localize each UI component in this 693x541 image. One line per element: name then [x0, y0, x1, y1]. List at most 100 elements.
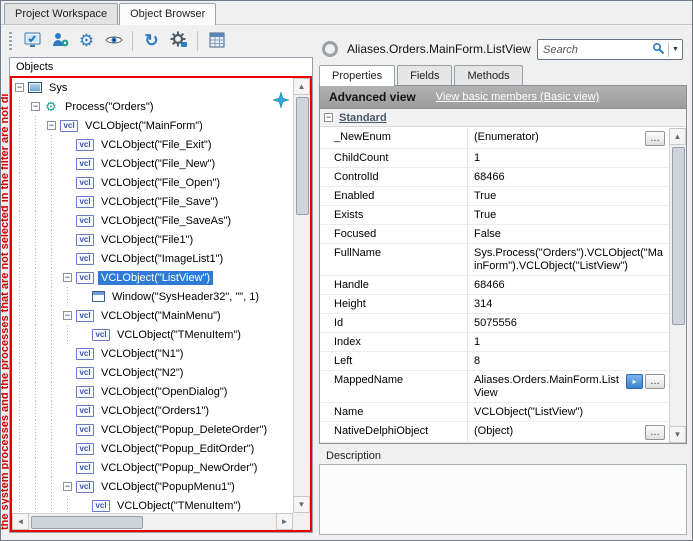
tree-item[interactable]: −vclVCLObject("MainMenu") — [12, 306, 293, 325]
tree-item[interactable]: vclVCLObject("Popup_NewOrder") — [12, 458, 293, 477]
property-row[interactable]: MappedNameAliases.Orders.MainForm.ListVi… — [320, 371, 669, 403]
description-label: Description — [326, 450, 381, 462]
tree-indent-guide — [47, 344, 63, 363]
tab-project-workspace[interactable]: Project Workspace — [4, 3, 118, 24]
property-name: _NewEnum — [320, 128, 468, 148]
property-name: Focused — [320, 225, 468, 243]
mapped-name-helper-button[interactable]: ▸ — [626, 374, 643, 389]
collapse-toggle[interactable]: − — [47, 121, 56, 130]
ellipsis-button[interactable]: … — [645, 425, 665, 440]
tree-item[interactable]: vclVCLObject("ImageList1") — [12, 249, 293, 268]
property-name: Handle — [320, 276, 468, 294]
property-row[interactable]: Handle 68466 — [320, 276, 669, 295]
property-row[interactable]: Left8 — [320, 352, 669, 371]
search-options-button[interactable]: ▼ — [669, 40, 682, 59]
panel-button[interactable] — [203, 29, 230, 54]
tab-methods[interactable]: Methods — [454, 65, 522, 85]
tree-indent-guide — [15, 211, 31, 230]
property-row[interactable]: EnabledTrue — [320, 187, 669, 206]
tree-item[interactable]: vclVCLObject("N2") — [12, 363, 293, 382]
tree-item[interactable]: vclVCLObject("TMenuItem") — [12, 496, 293, 513]
checkpoint-button[interactable] — [19, 29, 46, 54]
scroll-up-arrow[interactable]: ▲ — [669, 128, 686, 145]
property-row[interactable]: Height314 — [320, 295, 669, 314]
tree-item[interactable]: vclVCLObject("File_New") — [12, 154, 293, 173]
property-row[interactable]: ControlId68466 — [320, 168, 669, 187]
vcl-icon: vcl — [76, 272, 94, 284]
property-value: 1 — [474, 336, 665, 349]
scroll-down-arrow[interactable]: ▼ — [669, 426, 686, 443]
tree-item[interactable]: vclVCLObject("File_Exit") — [12, 135, 293, 154]
property-row[interactable]: Index1 — [320, 333, 669, 352]
tree-item[interactable]: vclVCLObject("TMenuItem") — [12, 325, 293, 344]
tree-item[interactable]: vclVCLObject("Popup_EditOrder") — [12, 439, 293, 458]
property-value: 68466 — [474, 279, 665, 292]
tree-item-label: VCLObject("ImageList1") — [98, 252, 226, 266]
calculator-panel-icon — [207, 30, 227, 53]
scroll-left-arrow[interactable]: ◄ — [12, 513, 29, 530]
tree-item-label: VCLObject("Orders1") — [98, 404, 212, 418]
settings-button[interactable]: ⚙ — [73, 29, 100, 54]
tab-fields[interactable]: Fields — [397, 65, 452, 85]
collapse-toggle[interactable]: − — [15, 83, 24, 92]
ellipsis-button[interactable]: … — [645, 131, 665, 146]
tree-item[interactable]: −⚙Process("Orders") — [12, 97, 293, 116]
tree-item[interactable]: −vclVCLObject("MainForm") — [12, 116, 293, 135]
property-row[interactable]: Id5075556 — [320, 314, 669, 333]
property-row[interactable]: ExistsTrue — [320, 206, 669, 225]
property-row[interactable]: FocusedFalse — [320, 225, 669, 244]
tools-button[interactable] — [165, 29, 192, 54]
highlight-object-button[interactable] — [100, 29, 127, 54]
property-row[interactable]: FullNameSys.Process("Orders").VCLObject(… — [320, 244, 669, 276]
tree-item[interactable]: vclVCLObject("File_Open") — [12, 173, 293, 192]
property-value: Aliases.Orders.MainForm.ListView — [474, 374, 624, 400]
property-row[interactable]: NativeDelphiObject(Object)… — [320, 422, 669, 443]
scroll-thumb[interactable] — [672, 147, 685, 325]
search-button[interactable] — [648, 40, 668, 59]
scroll-thumb[interactable] — [31, 516, 143, 529]
refresh-button[interactable]: ↻ — [138, 29, 165, 54]
tree-item[interactable]: vclVCLObject("File_SaveAs") — [12, 211, 293, 230]
collapse-toggle[interactable]: − — [63, 311, 72, 320]
ellipsis-button[interactable]: … — [645, 374, 665, 389]
tree-indent-guide — [47, 154, 63, 173]
tree-indent-guide — [15, 116, 31, 135]
tree-item[interactable]: vclVCLObject("File_Save") — [12, 192, 293, 211]
collapse-toggle[interactable]: − — [31, 102, 40, 111]
tree-item[interactable]: vclVCLObject("N1") — [12, 344, 293, 363]
collapse-toggle[interactable]: − — [324, 113, 333, 122]
search-input[interactable] — [538, 44, 648, 56]
tree-indent-guide — [63, 496, 79, 513]
scroll-right-arrow[interactable]: ► — [276, 513, 293, 530]
property-value-cell: True — [468, 187, 669, 205]
property-row[interactable]: ChildCount1 — [320, 149, 669, 168]
tab-object-browser[interactable]: Object Browser — [119, 3, 216, 25]
tree-indent-guide — [15, 363, 31, 382]
tree-item[interactable]: vclVCLObject("Orders1") — [12, 401, 293, 420]
tree-indent-guide — [31, 116, 47, 135]
tree-indent-guide — [15, 135, 31, 154]
tree-connector — [63, 216, 72, 225]
tree-item-label: VCLObject("N1") — [98, 347, 186, 361]
tab-properties[interactable]: Properties — [319, 65, 395, 86]
tree-item[interactable]: Window("SysHeader32", "", 1) — [12, 287, 293, 306]
scroll-down-arrow[interactable]: ▼ — [293, 496, 310, 513]
tree-item[interactable]: vclVCLObject("File1") — [12, 230, 293, 249]
scroll-thumb[interactable] — [296, 97, 309, 215]
standard-section-header[interactable]: − Standard — [320, 109, 686, 127]
collapse-toggle[interactable]: − — [63, 273, 72, 282]
property-row[interactable]: NameVCLObject("ListView") — [320, 403, 669, 422]
tree-item[interactable]: vclVCLObject("Popup_DeleteOrder") — [12, 420, 293, 439]
tree-item[interactable]: −vclVCLObject("PopupMenu1") — [12, 477, 293, 496]
tree-connector — [63, 406, 72, 415]
collapse-toggle[interactable]: − — [63, 482, 72, 491]
tree-item[interactable]: vclVCLObject("OpenDialog") — [12, 382, 293, 401]
scroll-up-arrow[interactable]: ▲ — [293, 78, 310, 95]
tree-item-label: VCLObject("File1") — [98, 233, 196, 247]
tree-item[interactable]: −Sys — [12, 78, 293, 97]
map-object-button[interactable] — [46, 29, 73, 54]
tree-item-label: VCLObject("Popup_EditOrder") — [98, 442, 257, 456]
tree-item[interactable]: −vclVCLObject("ListView") — [12, 268, 293, 287]
property-row[interactable]: _NewEnum(Enumerator)… — [320, 128, 669, 149]
basic-view-link[interactable]: View basic members (Basic view) — [436, 91, 600, 103]
